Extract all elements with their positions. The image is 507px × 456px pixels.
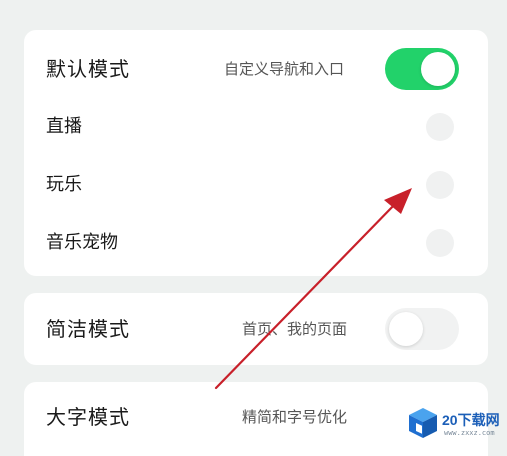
nav-item-radio[interactable] [426,171,454,199]
nav-item-label: 音乐宠物 [46,232,118,253]
default-mode-description: 自定义导航和入口 [224,60,345,78]
default-mode-card: 默认模式 自定义导航和入口 直播 玩乐 音乐宠物 [24,30,488,276]
nav-item-radio[interactable] [426,229,454,257]
toggle-knob [389,312,423,346]
nav-item-label: 玩乐 [46,174,82,195]
large-font-mode-title: 大字模式 [46,405,130,429]
default-mode-row[interactable]: 默认模式 自定义导航和入口 [24,40,488,98]
simple-mode-card: 简洁模式 首页、我的页面 [24,293,488,365]
default-mode-title: 默认模式 [46,57,130,81]
nav-item-music-pets[interactable]: 音乐宠物 [24,214,488,272]
nav-item-live[interactable]: 直播 [24,98,488,156]
large-font-mode-description: 精简和字号优化 [242,408,348,426]
toggle-knob [421,52,455,86]
simple-mode-row[interactable]: 简洁模式 首页、我的页面 [24,300,488,358]
simple-mode-title: 简洁模式 [46,317,130,341]
watermark-url: www.zxxz.com [444,429,495,437]
nav-item-radio[interactable] [426,113,454,141]
simple-mode-toggle[interactable] [385,308,459,350]
default-mode-toggle[interactable] [385,48,459,90]
watermark-text: 20下载网 [442,412,500,428]
nav-item-label: 直播 [46,116,82,137]
nav-item-fun[interactable]: 玩乐 [24,156,488,214]
site-watermark: 20下载网 www.zxxz.com [408,405,503,445]
simple-mode-description: 首页、我的页面 [242,320,348,338]
site-logo-icon [409,408,437,438]
